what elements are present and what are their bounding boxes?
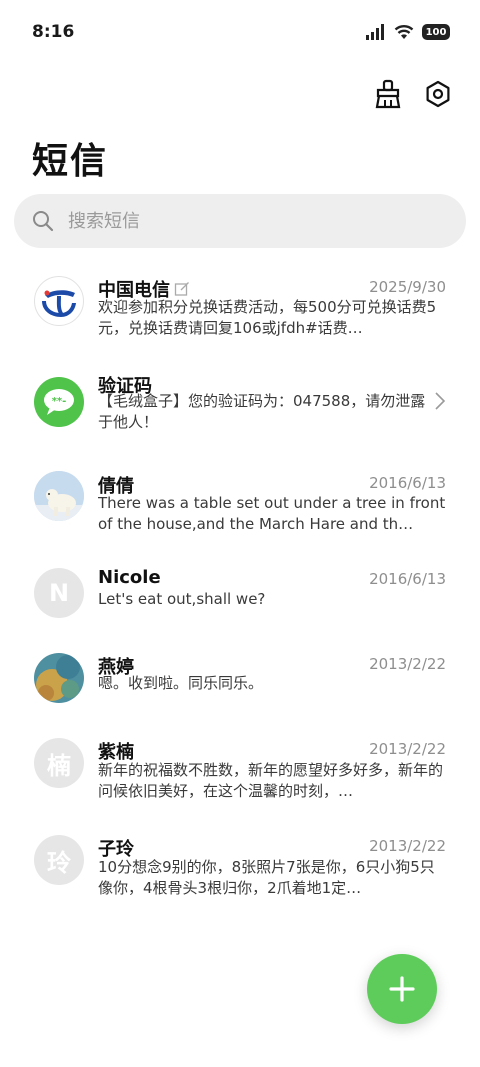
- china-telecom-logo: [42, 290, 76, 317]
- settings-button[interactable]: [422, 78, 454, 110]
- search-icon: [33, 211, 54, 232]
- contact-name: Nicole: [98, 567, 161, 588]
- clean-button[interactable]: [372, 78, 404, 110]
- list-item[interactable]: 楠 紫楠 2013/2/22 新年的祝福数不胜数，新年的愿望好多好多，新年的问候…: [0, 738, 480, 833]
- search-bar[interactable]: [14, 194, 466, 248]
- hexagon-settings-icon: [426, 80, 450, 108]
- message-date: 2013/2/22: [369, 740, 446, 758]
- message-preview: 欢迎参加积分兑换话费活动，每500分可兑换话费5元，兑换话费请回复106或jfd…: [98, 298, 437, 337]
- message-preview: 新年的祝福数不胜数，新年的愿望好多好多，新年的问候依旧美好，在这个温馨的时刻，…: [98, 761, 444, 800]
- message-preview: 嗯。收到啦。同乐同乐。: [98, 674, 264, 692]
- polar-bear-photo: [34, 471, 84, 521]
- message-date: 2013/2/22: [369, 655, 446, 673]
- message-preview: Let's eat out,shall we?: [98, 590, 266, 608]
- search-input[interactable]: [66, 209, 430, 233]
- avatar: **-: [34, 377, 84, 427]
- list-item[interactable]: **- 验证码 【毛绒盒子】您的验证码为：047588，请勿泄露于他人！: [0, 353, 480, 448]
- message-date: 2025/9/30: [369, 278, 446, 296]
- list-item[interactable]: N Nicole 2016/6/13 Let's eat out,shall w…: [0, 558, 480, 653]
- list-item[interactable]: 中国电信 2025/9/30 欢迎参加积分兑换话费活动，每500分可兑换话费5元…: [0, 258, 480, 353]
- avatar: [34, 653, 84, 703]
- message-preview: There was a table set out under a tree i…: [98, 494, 446, 533]
- top-actions: [372, 78, 454, 110]
- wifi-icon: [394, 25, 414, 39]
- avatar: 楠: [34, 738, 84, 788]
- avatar: [34, 276, 84, 326]
- broom-icon: [375, 79, 401, 109]
- message-preview: 【毛绒盒子】您的验证码为：047588，请勿泄露于他人！: [98, 392, 426, 431]
- status-icons: 100: [366, 24, 450, 40]
- colorful-photo: [34, 653, 84, 703]
- status-time: 8:16: [32, 22, 75, 42]
- avatar: N: [34, 568, 84, 618]
- signal-icon: [366, 24, 384, 40]
- svg-text:**-: **-: [52, 396, 67, 407]
- status-bar: 8:16 100: [0, 0, 480, 64]
- list-item[interactable]: 燕婷 2013/2/22 嗯。收到啦。同乐同乐。: [0, 653, 480, 748]
- message-date: 2013/2/22: [369, 837, 446, 855]
- edit-note-icon: [174, 282, 189, 296]
- message-date: 2016/6/13: [369, 570, 446, 588]
- avatar: [34, 471, 84, 521]
- message-bubble-icon: **-: [44, 389, 74, 415]
- avatar: 玲: [34, 835, 84, 885]
- plus-icon: [389, 976, 415, 1002]
- list-item[interactable]: 玲 子玲 2013/2/22 10分想念9别的你，8张照片7张是你，6只小狗5只…: [0, 835, 480, 930]
- message-preview: 10分想念9别的你，8张照片7张是你，6只小狗5只像你，4根骨头3根归你，2爪着…: [98, 858, 435, 897]
- chevron-right-icon: [435, 392, 446, 410]
- page-title: 短信: [32, 141, 109, 182]
- message-date: 2016/6/13: [369, 474, 446, 492]
- new-message-button[interactable]: [367, 954, 437, 1024]
- list-item[interactable]: 倩倩 2016/6/13 There was a table set out u…: [0, 463, 480, 558]
- battery-indicator: 100: [422, 24, 450, 40]
